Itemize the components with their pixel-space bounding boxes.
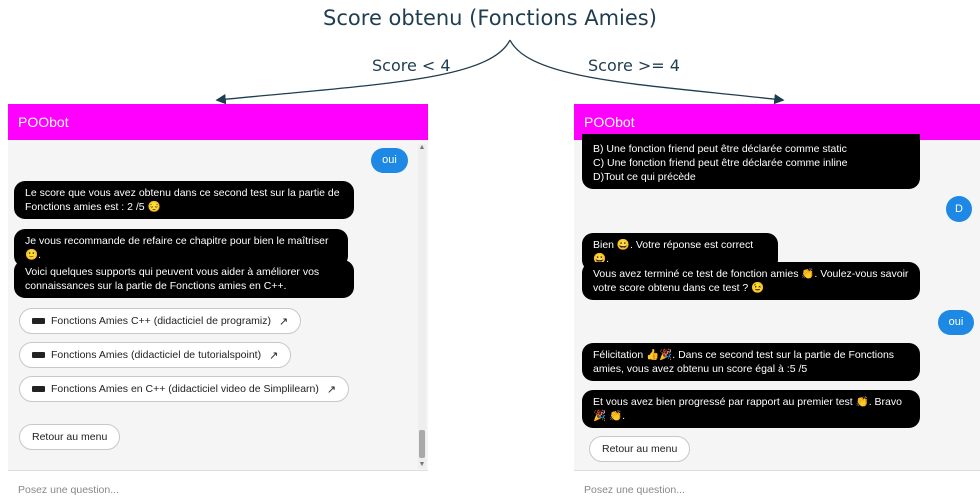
question-input[interactable] (16, 483, 398, 497)
chat-input-bar (8, 470, 428, 503)
external-link-icon: ↗ (269, 349, 279, 362)
chatbot-panel-high-score: POObot B) Une fonction friend peut être … (574, 104, 980, 503)
question-input[interactable] (582, 483, 952, 497)
video-thumbnail-icon (32, 386, 45, 392)
chat-input-bar (574, 470, 980, 503)
user-message-answer: D (946, 196, 972, 222)
user-message-oui: oui (371, 148, 408, 173)
user-message-oui: oui (938, 310, 974, 335)
chatbot-title: POObot (18, 114, 69, 130)
external-link-icon: ↗ (326, 383, 337, 396)
bot-message-resources: Voici quelques supports qui peuvent vous… (14, 260, 354, 298)
option-line: B) Une fonction friend peut être déclaré… (593, 143, 847, 155)
scroll-up-icon[interactable]: ▲ (418, 144, 426, 152)
chat-scrollbar[interactable]: ▲ ▼ (418, 144, 426, 469)
bot-message-score: Le score que vous avez obtenu dans ce se… (14, 181, 354, 219)
option-line: D)Tout ce qui précède (593, 171, 696, 183)
link-label: Fonctions Amies C++ (didacticiel de prog… (51, 315, 272, 327)
chatbot-header: POObot (8, 104, 428, 140)
bot-message-test-finished: Vous avez terminé ce test de fonction am… (582, 262, 920, 300)
scrollbar-thumb[interactable] (419, 430, 425, 458)
link-programiz[interactable]: Fonctions Amies C++ (didacticiel de prog… (19, 308, 302, 334)
chatbot-panel-low-score: POObot oui Le score que vous avez obtenu… (8, 104, 428, 503)
scroll-down-icon[interactable]: ▼ (418, 461, 426, 469)
option-line: C) Une fonction friend peut être déclaré… (593, 157, 848, 169)
external-link-icon: ↗ (279, 315, 289, 328)
link-label: Fonctions Amies en C++ (didacticiel vide… (51, 383, 319, 395)
link-label: Fonctions Amies (didacticiel de tutorial… (51, 349, 262, 361)
arrow-low (215, 39, 511, 105)
back-to-menu-button[interactable]: Retour au menu (589, 436, 691, 462)
video-thumbnail-icon (32, 352, 45, 358)
back-to-menu-button[interactable]: Retour au menu (19, 424, 121, 450)
bot-message-progress: Et vous avez bien progressé par rapport … (582, 390, 920, 428)
link-tutorialspoint[interactable]: Fonctions Amies (didacticiel de tutorial… (19, 342, 292, 368)
arrow-high (509, 39, 785, 105)
bot-message-question-options: B) Une fonction friend peut être déclaré… (582, 134, 920, 189)
video-thumbnail-icon (32, 318, 45, 324)
link-simplilearn[interactable]: Fonctions Amies en C++ (didacticiel vide… (19, 376, 350, 402)
bot-message-congratulations: Félicitation 👍🎉. Dans ce second test sur… (582, 343, 920, 381)
branch-arrows (215, 39, 785, 105)
